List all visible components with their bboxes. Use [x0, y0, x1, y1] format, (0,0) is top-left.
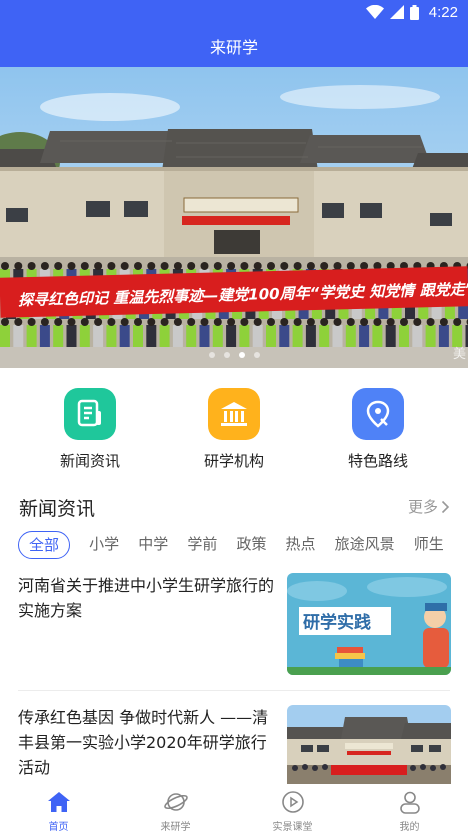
- carousel-dot-active[interactable]: [238, 352, 245, 358]
- quick-nav-label: 新闻资讯: [59, 452, 120, 470]
- quick-nav: 新闻资讯 研学机构 特色路线: [0, 388, 468, 478]
- status-icons: 4:22: [365, 3, 458, 21]
- news-item-title: 河南省关于推进中小学生研学旅行的实施方案: [18, 576, 275, 620]
- app-bar: 来研学: [0, 24, 468, 67]
- tab-home[interactable]: 首页: [0, 790, 117, 833]
- banner-carousel[interactable]: 探寻红色印记 重温先烈事迹—建党100周年“学党史 知党情 跟党走”党史教育 美: [0, 67, 468, 368]
- carousel-dot[interactable]: [223, 352, 230, 358]
- tab-label: 实景课堂: [272, 822, 313, 833]
- tab-label: 来研学: [160, 822, 191, 833]
- carousel-dot[interactable]: [253, 352, 260, 358]
- tab-label: 我的: [399, 822, 420, 833]
- news-more-link[interactable]: 更多: [408, 496, 450, 517]
- quick-nav-routes[interactable]: 特色路线: [328, 388, 428, 471]
- category-tab[interactable]: 小学: [89, 531, 119, 559]
- route-map-pin-icon: [352, 388, 404, 440]
- planet-icon: [117, 790, 234, 814]
- cellular-signal-icon: [389, 5, 404, 19]
- institution-building-icon: [208, 388, 260, 440]
- category-tab-active[interactable]: 全部: [18, 531, 71, 559]
- bottom-tab-bar: 首页 来研学 实景课堂 我的: [0, 784, 468, 834]
- carousel-indicator: [0, 352, 468, 358]
- app-screen: 4:22 来研学 探寻红色印记 重温先烈事迹—建党100周年“学党史 知党情 跟…: [0, 0, 468, 834]
- category-tab[interactable]: 师生: [414, 531, 444, 559]
- news-item-thumbnail: 研学实践: [287, 573, 451, 675]
- quick-nav-institutions[interactable]: 研学机构: [184, 388, 284, 471]
- news-list-item[interactable]: 传承红色基因 争做时代新人 ——清丰县第一实验小学2020年研学旅行活动: [18, 705, 451, 785]
- tab-study[interactable]: 来研学: [117, 790, 234, 833]
- banner-watermark: 美: [452, 347, 466, 362]
- news-list-item[interactable]: 河南省关于推进中小学生研学旅行的实施方案 研学实践: [18, 573, 451, 677]
- battery-icon: [409, 4, 419, 20]
- quick-nav-label: 研学机构: [203, 452, 264, 470]
- news-section-title: 新闻资讯: [19, 498, 96, 520]
- news-category-tabs: 全部 小学 中学 学前 政策 热点 旅途风景 师生: [18, 531, 468, 561]
- news-item-title: 传承红色基因 争做时代新人 ——清丰县第一实验小学2020年研学旅行活动: [18, 708, 269, 777]
- tab-live-classroom[interactable]: 实景课堂: [234, 790, 351, 833]
- status-time: 4:22: [428, 3, 458, 21]
- wifi-icon: [365, 5, 384, 19]
- category-tab[interactable]: 中学: [138, 531, 168, 559]
- tab-label: 首页: [48, 822, 69, 833]
- home-icon: [0, 790, 117, 814]
- banner-image: 探寻红色印记 重温先烈事迹—建党100周年“学党史 知党情 跟党走”党史教育: [0, 67, 468, 368]
- carousel-dot[interactable]: [208, 352, 215, 358]
- category-tab[interactable]: 学前: [187, 531, 217, 559]
- news-divider: [18, 690, 450, 691]
- play-circle-icon: [234, 790, 351, 814]
- more-label: 更多: [407, 498, 438, 516]
- page-title: 来研学: [209, 37, 258, 57]
- category-tab[interactable]: 热点: [286, 531, 316, 559]
- category-tab[interactable]: 旅途风景: [335, 531, 395, 559]
- quick-nav-label: 特色路线: [347, 452, 408, 470]
- news-item-thumbnail: [287, 705, 451, 785]
- news-document-icon: [64, 388, 116, 440]
- status-bar: 4:22: [0, 0, 468, 24]
- user-icon: [351, 790, 468, 814]
- chevron-right-icon: [441, 500, 450, 513]
- tab-profile[interactable]: 我的: [351, 790, 468, 833]
- thumbnail-caption: 研学实践: [303, 612, 371, 633]
- quick-nav-news[interactable]: 新闻资讯: [40, 388, 140, 471]
- category-tab[interactable]: 政策: [236, 531, 266, 559]
